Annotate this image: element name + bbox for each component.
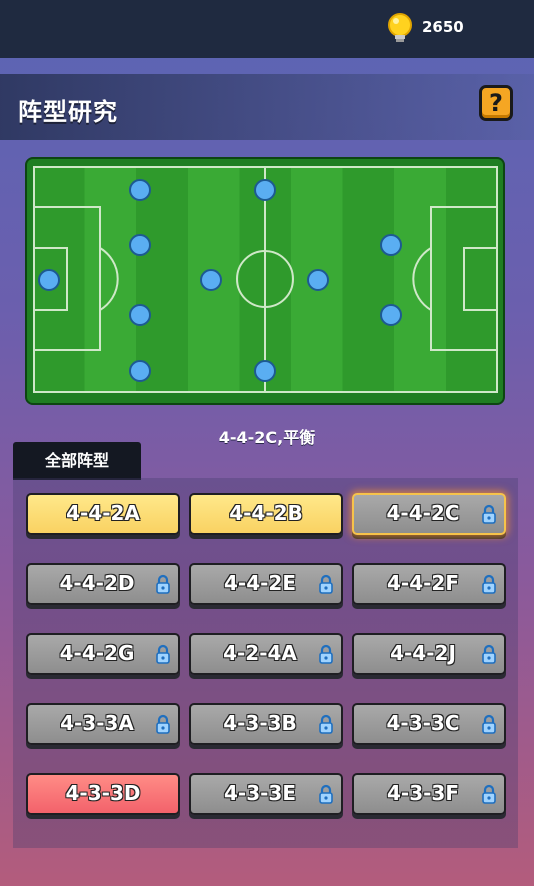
formation-label: 4-4-2F — [386, 571, 459, 595]
formation-label: 4-4-2B — [229, 501, 303, 525]
formation-button[interactable]: 4-4-2F — [352, 563, 506, 605]
lock-icon — [482, 644, 496, 664]
formation-button[interactable]: 4-3-3B — [189, 703, 343, 745]
player-marker — [380, 304, 402, 326]
formation-label: 4-4-2A — [66, 501, 140, 525]
formation-button-selected[interactable]: 4-4-2C — [352, 493, 506, 535]
formation-label: 4-3-3C — [386, 711, 460, 735]
lock-icon — [482, 784, 496, 804]
formation-label: 4-4-2C — [386, 501, 460, 525]
lock-icon — [482, 714, 496, 734]
formation-label: 4-4-2D — [59, 571, 135, 595]
formation-label: 4-2-4A — [223, 641, 297, 665]
lock-icon — [319, 644, 333, 664]
coin-count: 2650 — [422, 18, 464, 36]
formation-label: 4-3-3E — [223, 781, 296, 805]
formation-button[interactable]: 4-2-4A — [189, 633, 343, 675]
formation-button[interactable]: 4-3-3E — [189, 773, 343, 815]
lock-icon — [319, 714, 333, 734]
lock-icon — [319, 574, 333, 594]
player-marker — [38, 269, 60, 291]
formation-button[interactable]: 4-4-2D — [26, 563, 180, 605]
player-marker — [129, 304, 151, 326]
formation-button[interactable]: 4-4-2G — [26, 633, 180, 675]
player-marker — [129, 234, 151, 256]
pitch — [33, 166, 498, 393]
lock-icon — [156, 714, 170, 734]
formation-button[interactable]: 4-3-3C — [352, 703, 506, 745]
formation-label: 4-4-2G — [59, 641, 135, 665]
formation-label: 4-4-2J — [390, 641, 456, 665]
help-button[interactable]: ? — [479, 85, 513, 121]
player-marker — [129, 179, 151, 201]
page-title: 阵型研究 — [18, 98, 118, 126]
formation-label: 4-3-3D — [65, 781, 141, 805]
player-marker — [129, 360, 151, 382]
formation-button[interactable]: 4-4-2A — [26, 493, 180, 535]
lightbulb-icon — [388, 13, 412, 42]
formation-button[interactable]: 4-3-3F — [352, 773, 506, 815]
player-marker — [200, 269, 222, 291]
formation-button[interactable]: 4-3-3A — [26, 703, 180, 745]
player-marker — [380, 234, 402, 256]
formation-label: 4-3-3A — [60, 711, 134, 735]
lock-icon — [156, 574, 170, 594]
formation-button[interactable]: 4-4-2E — [189, 563, 343, 605]
lock-icon — [482, 504, 496, 524]
player-marker — [307, 269, 329, 291]
lock-icon — [482, 574, 496, 594]
lock-icon — [319, 784, 333, 804]
player-marker — [254, 360, 276, 382]
formation-label: 4-3-3B — [223, 711, 297, 735]
player-marker — [254, 179, 276, 201]
tab-all-formations[interactable]: 全部阵型 — [13, 442, 141, 480]
formation-label: 4-3-3F — [386, 781, 459, 805]
formation-label: 4-4-2E — [223, 571, 296, 595]
formation-button[interactable]: 4-4-2J — [352, 633, 506, 675]
formation-button[interactable]: 4-3-3D — [26, 773, 180, 815]
formation-button[interactable]: 4-4-2B — [189, 493, 343, 535]
lock-icon — [156, 644, 170, 664]
